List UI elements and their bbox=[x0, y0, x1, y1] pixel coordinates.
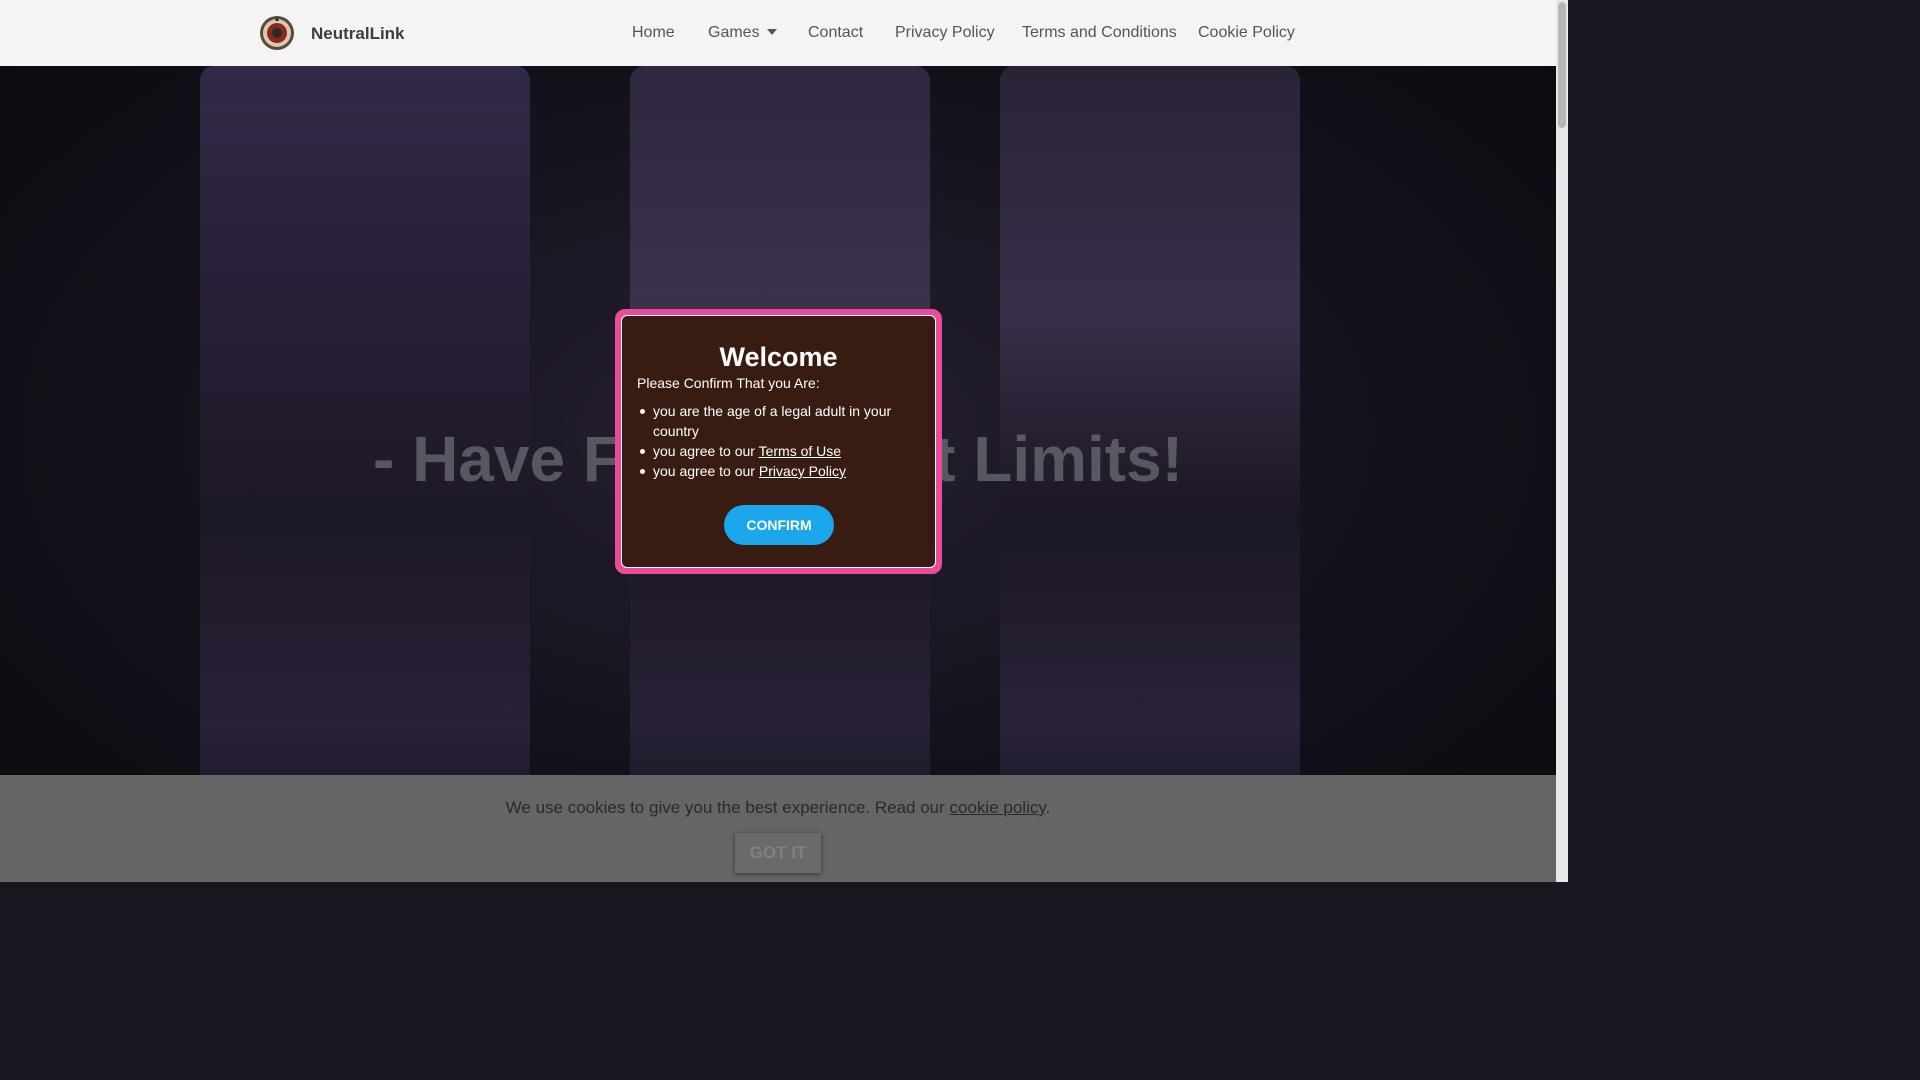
modal-body: Welcome Please Confirm That you Are: you… bbox=[621, 315, 936, 568]
nav-games-label: Games bbox=[708, 24, 760, 41]
site-header: NeutralLink Home Games Contact Privacy P… bbox=[0, 0, 1556, 66]
modal-title: Welcome bbox=[719, 342, 838, 372]
modal-subtitle: Please Confirm That you Are: bbox=[637, 375, 820, 391]
nav-cookie-policy[interactable]: Cookie Policy bbox=[1198, 24, 1295, 42]
scrollbar-thumb[interactable] bbox=[1558, 2, 1566, 128]
terms-of-use-link[interactable]: Terms of Use bbox=[759, 443, 841, 459]
cookie-banner: We use cookies to give you the best expe… bbox=[0, 775, 1556, 882]
nav-games[interactable]: Games bbox=[708, 24, 777, 42]
caret-down-icon bbox=[766, 29, 777, 35]
nav-home[interactable]: Home bbox=[632, 24, 675, 42]
nav-privacy-policy[interactable]: Privacy Policy bbox=[895, 24, 995, 42]
list-item: you agree to our Privacy Policy bbox=[637, 461, 917, 481]
brand-name[interactable]: NeutralLink bbox=[311, 24, 405, 44]
got-it-button[interactable]: GOT IT bbox=[735, 833, 821, 873]
page-scrollbar[interactable] bbox=[1556, 0, 1568, 882]
confirm-button[interactable]: CONFIRM bbox=[724, 505, 834, 545]
privacy-policy-link[interactable]: Privacy Policy bbox=[759, 463, 846, 479]
cookie-message: We use cookies to give you the best expe… bbox=[505, 798, 1051, 817]
nav-terms-and-conditions[interactable]: Terms and Conditions bbox=[1022, 24, 1177, 42]
confirm-list: you are the age of a legal adult in your… bbox=[637, 401, 917, 481]
list-item: you are the age of a legal adult in your… bbox=[637, 401, 917, 441]
list-item: you agree to our Terms of Use bbox=[637, 441, 917, 461]
nav-contact[interactable]: Contact bbox=[808, 24, 863, 42]
cookie-policy-link[interactable]: cookie policy bbox=[950, 798, 1046, 817]
roulette-wheel-icon[interactable] bbox=[258, 13, 296, 51]
age-confirm-modal: Welcome Please Confirm That you Are: you… bbox=[615, 309, 942, 574]
